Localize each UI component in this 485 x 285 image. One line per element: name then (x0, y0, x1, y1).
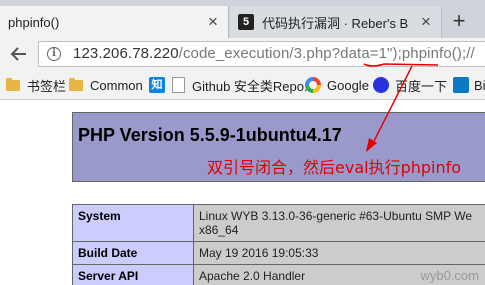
new-tab-button[interactable]: + (446, 8, 472, 34)
google-icon (305, 77, 321, 93)
bookmark-google[interactable]: Google (305, 76, 369, 94)
bookmarks-bar: 书签栏 Common 知 Github 安全类Repo... Google 百度… (0, 70, 485, 100)
bookmark-label: Github 安全类Repo... (192, 78, 315, 94)
bookmark-label: 百度一下 (395, 78, 448, 94)
watermark: wyb0.com (420, 268, 479, 283)
tab-phpinfo[interactable]: phpinfo() × (0, 6, 229, 38)
folder-icon (6, 77, 20, 91)
php-version-header: PHP Version 5.5.9-1ubuntu4.17 双引号闭合，然后ev… (72, 112, 485, 182)
close-tab-icon[interactable]: × (417, 13, 435, 31)
page-content: PHP Version 5.5.9-1ubuntu4.17 双引号闭合，然后ev… (0, 101, 485, 285)
tab-title: 代码执行漏洞 · Reber's B (262, 15, 409, 31)
bookmark-folder-bookmarks[interactable]: 书签栏 (6, 76, 66, 94)
row-value: Linux WYB 3.13.0-36-generic #63-Ubuntu S… (193, 204, 485, 242)
row-value: May 19 2016 19:05:33 (193, 241, 485, 265)
url-text[interactable]: 123.206.78.220/code_execution/3.php?data… (73, 45, 475, 62)
bing-icon (453, 77, 469, 93)
bookmark-bing[interactable]: Bin (453, 76, 485, 94)
site-favicon-icon: 5 (238, 14, 254, 30)
row-label: Server API (72, 264, 194, 285)
table-row: System Linux WYB 3.13.0-36-generic #63-U… (72, 204, 485, 242)
back-arrow-icon (10, 47, 26, 61)
bookmark-label: Google (327, 77, 369, 93)
row-label: System (72, 204, 194, 242)
folder-icon (69, 77, 83, 91)
zhihu-icon: 知 (149, 77, 165, 93)
bookmark-folder-common[interactable]: Common (69, 76, 143, 94)
url-path: /code_execution/3.php?data=1");phpinfo()… (178, 45, 475, 62)
tab-title: phpinfo() (8, 14, 60, 30)
address-bar[interactable]: i 123.206.78.220/code_execution/3.php?da… (38, 41, 485, 67)
bookmark-zhihu[interactable]: 知 (149, 76, 171, 94)
page-title: PHP Version 5.5.9-1ubuntu4.17 (78, 125, 342, 145)
table-row: Build Date May 19 2016 19:05:33 (72, 241, 485, 265)
close-tab-icon[interactable]: × (204, 13, 222, 31)
back-button[interactable] (6, 41, 32, 67)
bookmark-label: Common (90, 77, 143, 93)
baidu-icon (373, 77, 389, 93)
tab-code-execution[interactable]: 5 代码执行漏洞 · Reber's B × (230, 6, 442, 38)
bookmark-github-repo[interactable]: Github 安全类Repo... (172, 76, 315, 94)
toolbar: i 123.206.78.220/code_execution/3.php?da… (0, 38, 485, 70)
row-label: Build Date (72, 241, 194, 265)
annotation-text: 双引号闭合，然后eval执行phpinfo (207, 158, 462, 177)
url-host: 123.206.78.220 (73, 45, 179, 62)
bookmark-label: 书签栏 (27, 78, 67, 94)
page-icon (172, 77, 185, 93)
tab-strip: phpinfo() × 5 代码执行漏洞 · Reber's B × + (0, 0, 485, 38)
bookmark-baidu[interactable]: 百度一下 (373, 76, 447, 94)
bookmark-label: Bin (474, 77, 485, 93)
site-info-icon[interactable]: i (47, 47, 61, 61)
